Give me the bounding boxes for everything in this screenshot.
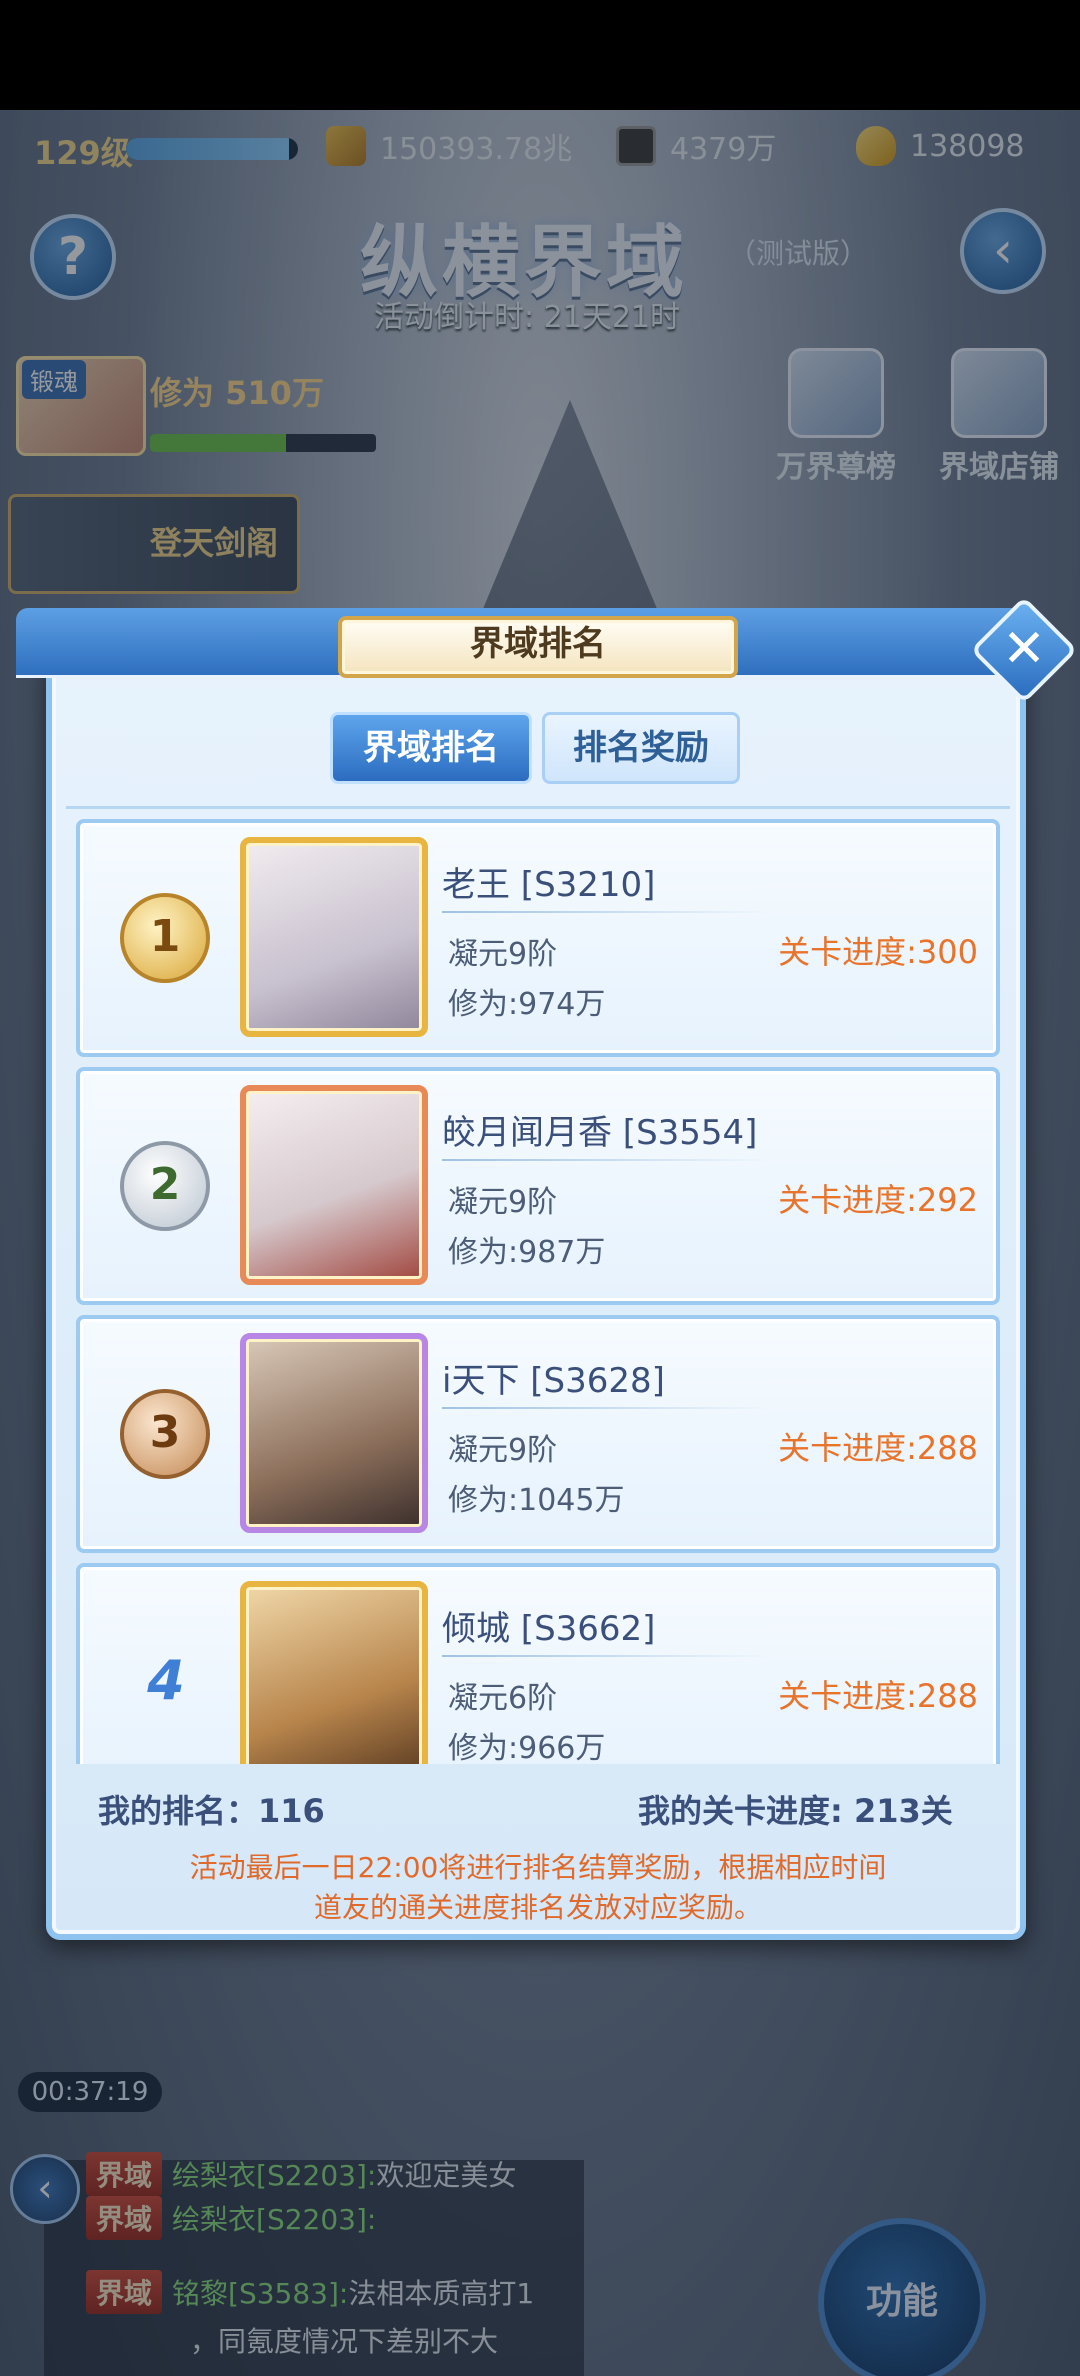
player-name: i天下 [S3628] bbox=[442, 1361, 665, 1401]
close-icon[interactable]: ✕ bbox=[986, 612, 1062, 688]
status-bar bbox=[0, 0, 1080, 110]
my-stage-progress: 我的关卡进度: 213关 bbox=[638, 1792, 953, 1830]
player-portrait[interactable] bbox=[240, 1333, 428, 1533]
notice-line: 活动最后一日22:00将进行排名结算奖励，根据相应时间 bbox=[189, 1851, 887, 1884]
rank-number: 4 bbox=[147, 1649, 185, 1712]
player-cultivation: 修为:1045万 bbox=[448, 1483, 625, 1518]
ranking-row[interactable]: 3 i天下 [S3628] 凝元9阶 修为:1045万 关卡进度:288 bbox=[76, 1315, 1000, 1553]
stage-progress: 关卡进度:300 bbox=[778, 933, 978, 971]
tab-ranking-rewards[interactable]: 排名奖励 bbox=[542, 712, 740, 784]
player-name: 倾城 [S3662] bbox=[442, 1609, 656, 1649]
player-portrait[interactable] bbox=[240, 1581, 428, 1764]
ranking-row[interactable]: 4 倾城 [S3662] 凝元6阶 修为:966万 关卡进度:288 bbox=[76, 1563, 1000, 1764]
player-cultivation: 修为:974万 bbox=[448, 987, 606, 1022]
row-divider bbox=[442, 1159, 772, 1161]
modal-title: 界域排名 bbox=[470, 624, 606, 664]
player-portrait[interactable] bbox=[240, 1085, 428, 1285]
stage-progress: 关卡进度:288 bbox=[778, 1677, 978, 1715]
player-cultivation: 修为:987万 bbox=[448, 1235, 606, 1270]
rank-medal-silver-icon: 2 bbox=[120, 1141, 210, 1231]
player-realm: 凝元9阶 bbox=[448, 1185, 558, 1220]
row-divider bbox=[442, 1655, 772, 1657]
ranking-list[interactable]: 1 老王 [S3210] 凝元9阶 修为:974万 关卡进度:300 2 皎月闻… bbox=[66, 806, 1010, 1764]
rank-medal-gold-icon: 1 bbox=[120, 893, 210, 983]
player-name: 老王 [S3210] bbox=[442, 865, 656, 905]
player-realm: 凝元9阶 bbox=[448, 937, 558, 972]
stage-progress: 关卡进度:288 bbox=[778, 1429, 978, 1467]
row-divider bbox=[442, 1407, 772, 1409]
my-rank: 我的排名：116 bbox=[98, 1792, 325, 1830]
player-name: 皎月闻月香 [S3554] bbox=[442, 1113, 758, 1153]
player-realm: 凝元6阶 bbox=[448, 1681, 558, 1716]
rank-medal-bronze-icon: 3 bbox=[120, 1389, 210, 1479]
player-realm: 凝元9阶 bbox=[448, 1433, 558, 1468]
tab-realm-ranking[interactable]: 界域排名 bbox=[330, 712, 532, 784]
stage-progress: 关卡进度:292 bbox=[778, 1181, 978, 1219]
ranking-row[interactable]: 1 老王 [S3210] 凝元9阶 修为:974万 关卡进度:300 bbox=[76, 819, 1000, 1057]
ranking-row[interactable]: 2 皎月闻月香 [S3554] 凝元9阶 修为:987万 关卡进度:292 bbox=[76, 1067, 1000, 1305]
row-divider bbox=[442, 911, 772, 913]
notice-line: 道友的通关进度排名发放对应奖励。 bbox=[313, 1891, 762, 1924]
settlement-notice: 活动最后一日22:00将进行排名结算奖励，根据相应时间 道友的通关进度排名发放对… bbox=[66, 1848, 1010, 1928]
player-cultivation: 修为:966万 bbox=[448, 1731, 606, 1764]
player-portrait[interactable] bbox=[240, 837, 428, 1037]
